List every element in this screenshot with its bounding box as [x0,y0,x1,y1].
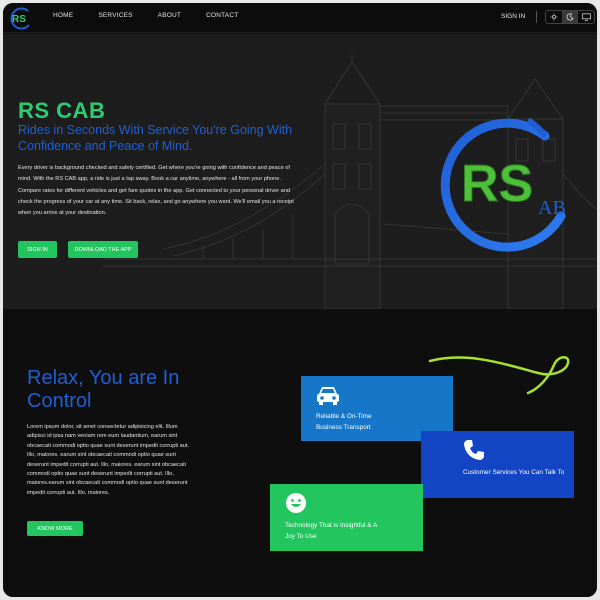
phone-icon [464,440,484,460]
feature-card-technology-text: Technology That is Insightful & A Joy To… [285,522,377,540]
smile-icon [286,493,306,513]
nav-signin-link[interactable]: SIGN IN [501,13,525,20]
know-more-button[interactable]: KNOW MORE [27,521,83,536]
page-frame: RS HOME SERVICES ABOUT CONTACT SIGN IN R… [3,3,597,597]
hero-section: RS CAB Rides in Seconds With Service You… [3,34,597,309]
nav-divider [536,11,537,23]
download-app-button[interactable]: DOWNLOAD THE APP [68,241,138,258]
hero-signin-button[interactable]: SIGN IN [18,241,57,258]
nav-links: HOME SERVICES ABOUT CONTACT [53,12,263,19]
nav-contact-link[interactable]: CONTACT [206,12,238,19]
nav-about-link[interactable]: ABOUT [158,12,181,19]
rs-cab-large-logo-icon: RS AB [440,117,566,252]
hero-title: RS CAB [18,98,106,123]
dark-theme-button[interactable] [562,11,578,23]
feature-card-customer-service[interactable]: Customer Services You Can Talk To [421,431,574,498]
theme-toggle[interactable] [545,10,595,24]
feature-card-transport-text: Reliable & On-Time Business Transport [316,413,372,431]
feature-card-technology[interactable]: Technology That is Insightful & A Joy To… [270,484,423,551]
car-icon [317,387,339,405]
rs-logo-icon[interactable]: RS [7,6,33,30]
top-navbar: RS HOME SERVICES ABOUT CONTACT SIGN IN [3,3,597,33]
nav-services-link[interactable]: SERVICES [98,12,132,19]
svg-text:RS: RS [12,14,26,25]
hero-subtitle: Rides in Seconds With Service You're Goi… [18,123,293,153]
hero-description: Every driver is background checked and s… [18,165,294,217]
relax-description: Lorem ipsum dolor, sit amet consectetur … [27,424,190,496]
svg-text:RS: RS [461,155,533,213]
system-theme-button[interactable] [578,11,594,23]
sun-icon [550,13,558,21]
monitor-icon [581,13,591,21]
light-theme-button[interactable] [546,11,562,23]
relax-title: Relax, You are In Control [27,367,180,412]
moon-icon [566,13,574,21]
svg-text:AB: AB [538,197,566,219]
feature-card-customer-service-text: Customer Services You Can Talk To [463,469,565,476]
nav-home-link[interactable]: HOME [53,12,73,19]
